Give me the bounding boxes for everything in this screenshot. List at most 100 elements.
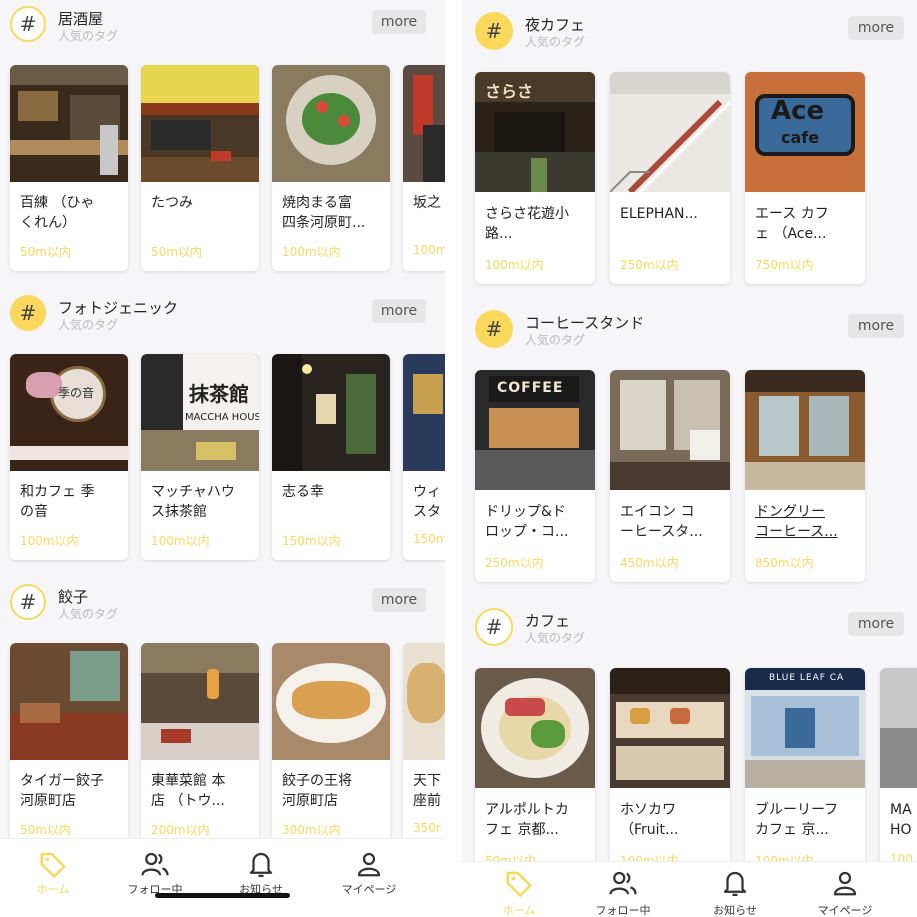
shop-photo: [272, 643, 390, 760]
shop-card[interactable]: BLUE LEAF CA ブルーリーフ カフェ 京... 100m以内: [745, 668, 865, 880]
shop-card[interactable]: 志る幸 150m以内: [272, 354, 390, 560]
shop-photo: 季の音: [10, 354, 128, 471]
shop-distance: 150m: [413, 532, 445, 546]
shop-card[interactable]: ウィ スタ 150m: [403, 354, 445, 560]
shop-name: 餃子の王将 河原町店: [282, 773, 352, 809]
shop-photo: [10, 643, 128, 760]
shop-card[interactable]: ドングリー コーヒース... 850m以内: [745, 370, 865, 582]
tab-mypage[interactable]: マイページ: [800, 862, 890, 917]
shop-card[interactable]: 坂之 100m: [403, 65, 445, 271]
home-indicator: [155, 893, 290, 898]
tag-title: コーヒースタンド: [525, 314, 645, 332]
tag-section-gyoza: # 餃子 人気のタグ more タイガー餃子 河原町店 50m以内 東華菜館 本…: [0, 584, 445, 854]
shop-distance: 250m以内: [485, 556, 544, 570]
shop-card[interactable]: MA HO 100: [880, 668, 917, 880]
shop-card[interactable]: たつみ 50m以内: [141, 65, 259, 271]
shop-card[interactable]: 季の音 和カフェ 季 の音 100m以内: [10, 354, 128, 560]
more-button[interactable]: more: [848, 612, 904, 636]
tag-title: フォトジェニック: [58, 299, 179, 317]
hash-icon: #: [10, 295, 46, 331]
card-row: アルポルトカ フェ 京都... 50m以内 ホソカワ （Fruit... 100…: [462, 668, 917, 880]
shop-name: マッチャハウ ス抹茶館: [151, 484, 235, 520]
shop-card[interactable]: 天下 座前 350r: [403, 643, 445, 849]
shop-distance: 300m以内: [282, 823, 341, 837]
shop-name: アルポルトカ フェ 京都...: [485, 802, 569, 838]
shop-card[interactable]: ELEPHAN... 250m以内: [610, 72, 730, 284]
tab-home[interactable]: ホーム: [474, 862, 564, 917]
tag-header: # フォトジェニック 人気のタグ more: [10, 295, 445, 335]
more-button[interactable]: more: [848, 314, 904, 338]
bell-icon: [723, 871, 747, 896]
shop-photo: 抹茶館 MACCHA HOUS: [141, 354, 259, 471]
shop-photo: [610, 72, 730, 192]
card-row: 百練 （ひゃ くれん） 50m以内 たつみ 50m以内 焼肉まる富 四条河原町.…: [0, 65, 445, 275]
shop-name: エース カフ ェ （Ace...: [755, 206, 829, 242]
tag-subtitle: 人気のタグ: [58, 29, 119, 43]
photo-sign-text: MACCHA HOUS: [185, 412, 259, 423]
shop-photo: [10, 65, 128, 182]
shop-distance: 850m以内: [755, 556, 814, 570]
shop-card[interactable]: COFFEE ドリップ&ド ロップ・コ... 250m以内: [475, 370, 595, 582]
hash-icon: #: [475, 608, 513, 646]
tag-icon: [40, 852, 66, 878]
shop-photo: [403, 643, 445, 760]
tab-label: マイページ: [341, 883, 397, 896]
shop-distance: 100m以内: [282, 245, 341, 259]
shop-photo: [272, 65, 390, 182]
shop-distance: 50m以内: [20, 245, 71, 259]
tag-icon: [506, 871, 532, 897]
shop-name: さらさ花遊小 路...: [485, 206, 569, 242]
more-button[interactable]: more: [372, 588, 426, 612]
shop-name: タイガー餃子 河原町店: [20, 773, 104, 809]
shop-card[interactable]: 焼肉まる富 四条河原町... 100m以内: [272, 65, 390, 271]
shop-card[interactable]: アルポルトカ フェ 京都... 50m以内: [475, 668, 595, 880]
shop-card[interactable]: エイコン コ ーヒースタ... 450m以内: [610, 370, 730, 582]
shop-photo: [141, 643, 259, 760]
tab-following[interactable]: フォロー中: [110, 839, 200, 917]
tab-bar: ホーム フォロー中 お知らせ マイページ: [0, 838, 445, 917]
shop-card[interactable]: タイガー餃子 河原町店 50m以内: [10, 643, 128, 849]
shop-photo: COFFEE: [475, 370, 595, 490]
shop-photo: Ace cafe: [745, 72, 865, 192]
tab-mypage[interactable]: マイページ: [324, 839, 414, 917]
shop-distance: 450m以内: [620, 556, 679, 570]
card-row: さらさ さらさ花遊小 路... 100m以内 ELEPHAN... 250m以内: [462, 72, 917, 284]
shop-name: 焼肉まる富 四条河原町...: [282, 195, 366, 231]
shop-card[interactable]: 東華菜館 本 店 （トウ... 200m以内: [141, 643, 259, 849]
person-icon: [833, 871, 857, 896]
shop-name: 志る幸: [282, 484, 324, 500]
hash-icon: #: [10, 584, 46, 620]
shop-photo: [272, 354, 390, 471]
shop-card[interactable]: Ace cafe エース カフ ェ （Ace... 750m以内: [745, 72, 865, 284]
tab-following[interactable]: フォロー中: [578, 862, 668, 917]
more-button[interactable]: more: [848, 16, 904, 40]
more-button[interactable]: more: [372, 10, 426, 34]
shop-photo: BLUE LEAF CA: [745, 668, 865, 788]
shop-photo: さらさ: [475, 72, 595, 192]
tag-title: 夜カフェ: [525, 16, 586, 34]
shop-photo: [475, 668, 595, 788]
shop-card[interactable]: 抹茶館 MACCHA HOUS マッチャハウ ス抹茶館 100m以内: [141, 354, 259, 560]
shop-name: エイコン コ ーヒースタ...: [620, 504, 703, 540]
tab-notifications[interactable]: お知らせ: [216, 839, 306, 917]
shop-photo: [880, 668, 917, 788]
shop-card[interactable]: 餃子の王将 河原町店 300m以内: [272, 643, 390, 849]
tag-subtitle: 人気のタグ: [525, 35, 586, 49]
tab-notifications[interactable]: お知らせ: [690, 862, 780, 917]
shop-name: 坂之: [413, 195, 441, 211]
tag-header: # コーヒースタンド 人気のタグ more: [475, 310, 917, 350]
shop-card[interactable]: ホソカワ （Fruit... 100m以内: [610, 668, 730, 880]
photo-sign-text: 季の音: [58, 386, 95, 400]
shop-name: ブルーリーフ カフェ 京...: [755, 802, 839, 838]
photo-sign-text: 抹茶館: [189, 382, 249, 406]
card-row: タイガー餃子 河原町店 50m以内 東華菜館 本 店 （トウ... 200m以内: [0, 643, 445, 853]
shop-distance: 100m: [413, 243, 445, 257]
hash-icon: #: [475, 12, 513, 50]
shop-card[interactable]: さらさ さらさ花遊小 路... 100m以内: [475, 72, 595, 284]
more-button[interactable]: more: [372, 299, 426, 323]
people-icon: [609, 871, 637, 895]
shop-name: 和カフェ 季 の音: [20, 484, 95, 520]
shop-card[interactable]: 百練 （ひゃ くれん） 50m以内: [10, 65, 128, 271]
tab-home[interactable]: ホーム: [8, 839, 98, 917]
tag-subtitle: 人気のタグ: [58, 318, 119, 332]
